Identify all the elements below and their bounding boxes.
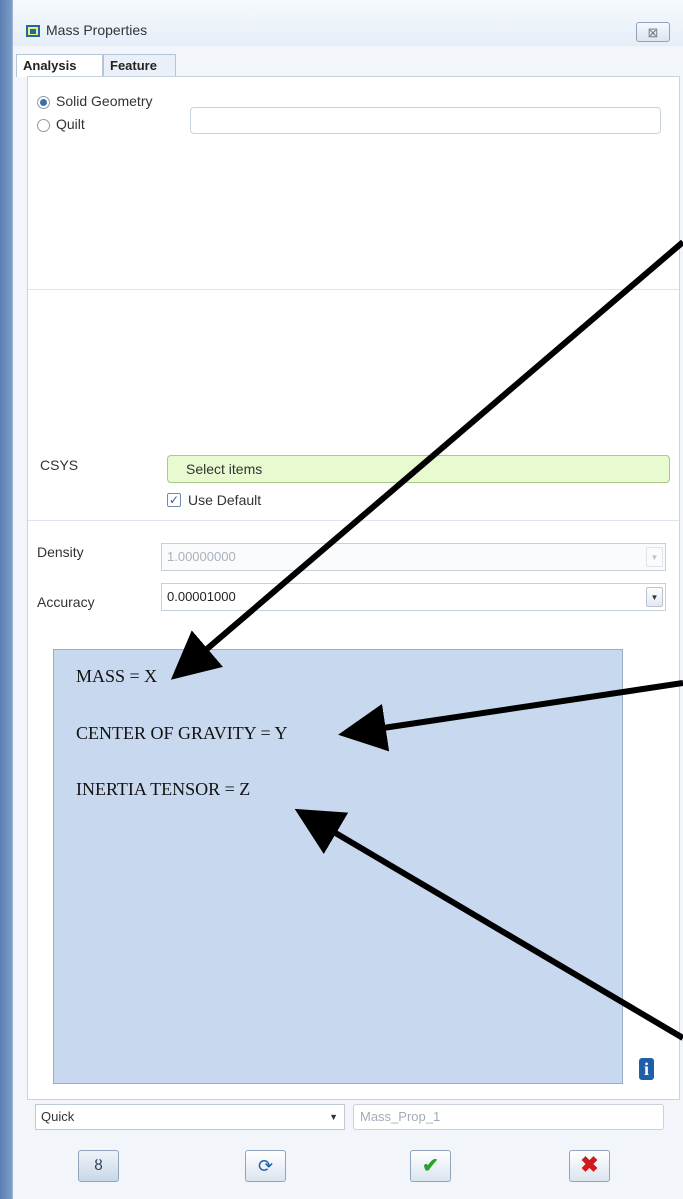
density-value: 1.00000000 [167,549,236,564]
use-default-label: Use Default [188,492,262,508]
dropdown-arrow-icon[interactable]: ▼ [646,587,663,607]
center-of-gravity-result: CENTER OF GRAVITY = Y [76,723,288,743]
mass-properties-dialog: Mass Properties ⊠ Analysis Feature Solid… [12,0,683,1199]
density-label: Density [37,544,84,560]
tab-bar: Analysis Feature [13,54,683,77]
title-bar: Mass Properties ⊠ [13,0,683,46]
mass-result: MASS = X [76,666,158,686]
solid-geometry-label: Solid Geometry [56,93,153,109]
cancel-icon: ✖ [580,1152,599,1177]
info-icon[interactable]: i [639,1058,654,1080]
tab-feature[interactable]: Feature [103,54,176,76]
csys-label: CSYS [40,457,79,473]
solid-geometry-radio[interactable] [37,96,50,109]
separator [28,520,679,521]
desktop-edge [0,0,12,1199]
accuracy-select[interactable]: 0.00001000 ▼ [161,583,666,611]
preview-icon: ȣ [94,1157,103,1174]
ok-button[interactable]: ✔ [410,1150,451,1182]
quilt-radio[interactable] [37,119,50,132]
results-area: MASS = X CENTER OF GRAVITY = Y INERTIA T… [53,649,623,1084]
preview-button[interactable]: ȣ [78,1150,119,1182]
app-icon [26,25,40,37]
accuracy-value: 0.00001000 [167,589,236,604]
use-default-checkbox[interactable]: ✓ [167,493,181,507]
calculation-mode-select[interactable]: Quick ▼ [35,1104,345,1130]
csys-collector[interactable]: Select items [167,455,670,483]
window-title: Mass Properties [46,22,148,38]
geometry-collector-field[interactable] [190,107,661,134]
density-field: 1.00000000 ▼ [161,543,666,571]
separator [28,289,679,290]
quilt-label: Quilt [56,116,85,132]
calculation-mode-value: Quick [41,1109,75,1124]
close-icon[interactable]: ⊠ [636,22,670,42]
analysis-name-field[interactable]: Mass_Prop_1 [353,1104,664,1130]
ok-icon: ✔ [422,1155,439,1177]
dropdown-arrow-icon: ▼ [646,547,663,567]
repaint-icon: ⟳ [257,1156,274,1176]
tab-analysis[interactable]: Analysis [16,54,103,77]
dropdown-arrow-icon[interactable]: ▼ [329,1105,338,1129]
repaint-button[interactable]: ⟳ [245,1150,286,1182]
cancel-button[interactable]: ✖ [569,1150,610,1182]
accuracy-label: Accuracy [37,594,95,610]
analysis-panel: Solid Geometry Quilt CSYS Select items ✓… [27,76,680,1100]
inertia-tensor-result: INERTIA TENSOR = Z [76,779,251,799]
